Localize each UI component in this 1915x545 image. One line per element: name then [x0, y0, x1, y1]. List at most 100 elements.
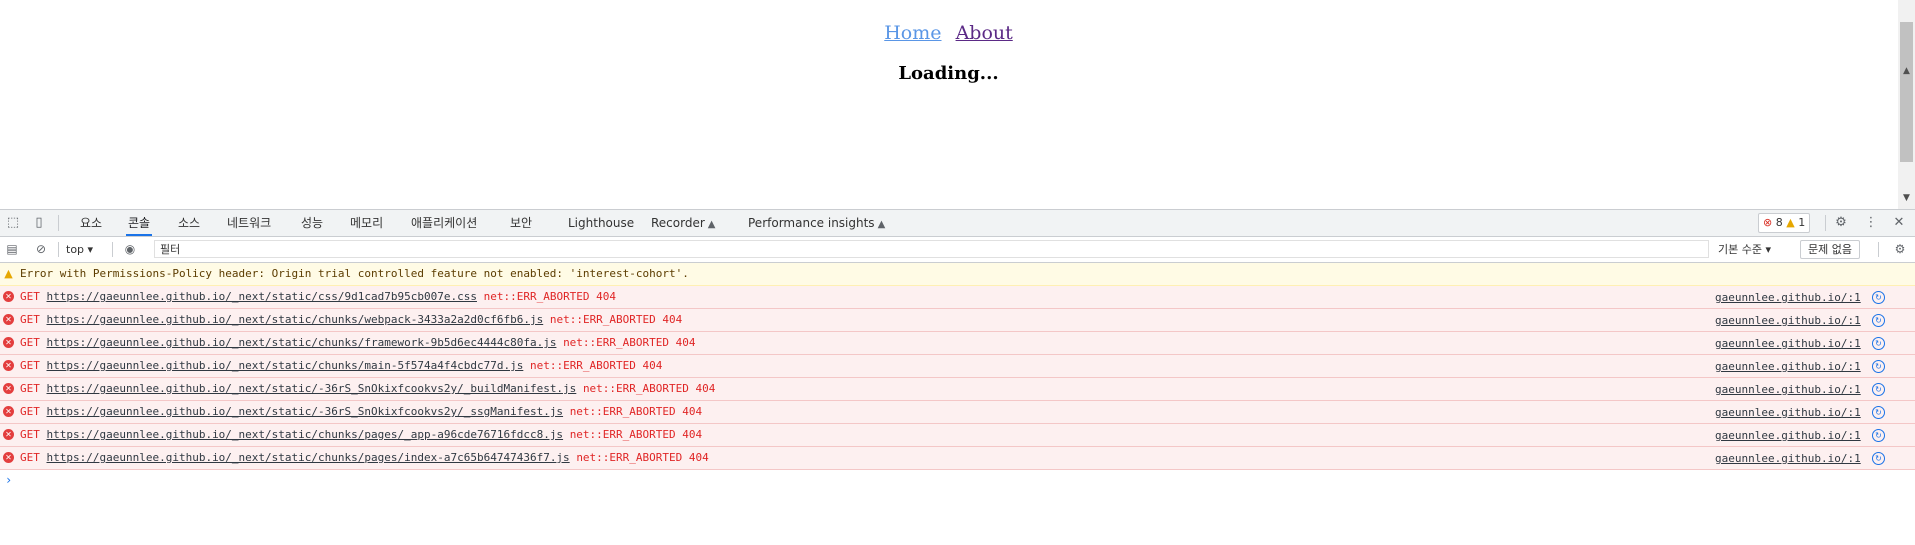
- error-circle-icon: ✕: [3, 429, 14, 440]
- chevron-down-icon: ▾: [87, 243, 94, 256]
- source-location-link[interactable]: gaeunnlee.github.io/:1: [1715, 333, 1861, 355]
- source-location-link[interactable]: gaeunnlee.github.io/:1: [1715, 356, 1861, 378]
- network-request-icon[interactable]: ↻: [1872, 291, 1885, 304]
- source-location-link[interactable]: gaeunnlee.github.io/:1: [1715, 310, 1861, 332]
- page-viewport: Home About Loading... ▲ ▼: [0, 0, 1915, 209]
- error-status: net::ERR_ABORTED 404: [529, 359, 663, 372]
- tab-console[interactable]: 콘솔: [126, 210, 153, 236]
- scroll-down-icon[interactable]: ▼: [1898, 191, 1915, 205]
- network-request-icon[interactable]: ↻: [1872, 337, 1885, 350]
- context-selector[interactable]: top ▾: [66, 241, 93, 258]
- device-toolbar-icon[interactable]: ▯: [30, 214, 48, 232]
- tab-performance-insights-label: Performance insights: [748, 216, 875, 230]
- error-status: net::ERR_ABORTED 404: [569, 428, 703, 441]
- request-url-link[interactable]: https://gaeunnlee.github.io/_next/static…: [47, 290, 477, 303]
- tab-security[interactable]: 보안: [508, 210, 534, 236]
- error-circle-icon: ⊗: [1763, 216, 1773, 229]
- scroll-up-icon[interactable]: ▲: [1898, 64, 1915, 78]
- console-error-row[interactable]: ✕ GET https://gaeunnlee.github.io/_next/s…: [0, 355, 1915, 378]
- console-prompt[interactable]: ›: [0, 470, 1915, 490]
- more-options-icon[interactable]: ⋮: [1862, 214, 1880, 232]
- source-location-link[interactable]: gaeunnlee.github.io/:1: [1715, 402, 1861, 424]
- error-circle-icon: ✕: [3, 383, 14, 394]
- request-url-link[interactable]: https://gaeunnlee.github.io/_next/static…: [47, 313, 544, 326]
- tab-performance[interactable]: 성능: [299, 210, 325, 236]
- log-level-selector[interactable]: 기본 수준 ▾: [1718, 241, 1771, 258]
- issue-counts-badge[interactable]: ⊗ 8 ▲ 1: [1758, 213, 1811, 233]
- request-url-link[interactable]: https://gaeunnlee.github.io/_next/static…: [47, 336, 557, 349]
- request-method: GET: [20, 428, 40, 441]
- request-url-link[interactable]: https://gaeunnlee.github.io/_next/static…: [47, 451, 570, 464]
- console-error-row[interactable]: ✕ GET https://gaeunnlee.github.io/_next/s…: [0, 447, 1915, 470]
- network-request-icon[interactable]: ↻: [1872, 360, 1885, 373]
- issues-button[interactable]: 문제 없음: [1800, 240, 1860, 259]
- request-url-link[interactable]: https://gaeunnlee.github.io/_next/static…: [47, 382, 577, 395]
- source-location-link[interactable]: gaeunnlee.github.io/:1: [1715, 425, 1861, 447]
- settings-gear-icon[interactable]: ⚙: [1832, 214, 1850, 232]
- error-message: GET https://gaeunnlee.github.io/_next/st…: [20, 401, 702, 423]
- experimental-flask-icon: ▲: [707, 219, 716, 230]
- request-method: GET: [20, 336, 40, 349]
- devtools-tabbar: ⬚ ▯ 요소 콘솔 소스 네트워크 성능 메모리 애플리케이션 보안 Light…: [0, 210, 1915, 237]
- live-expression-eye-icon[interactable]: ◉: [121, 240, 139, 258]
- error-message: GET https://gaeunnlee.github.io/_next/st…: [20, 378, 715, 400]
- error-message: GET https://gaeunnlee.github.io/_next/st…: [20, 355, 662, 377]
- request-method: GET: [20, 313, 40, 326]
- nav-link-about[interactable]: About: [956, 22, 1013, 44]
- tabbar-divider: [1825, 215, 1826, 231]
- console-error-row[interactable]: ✕ GET https://gaeunnlee.github.io/_next/s…: [0, 332, 1915, 355]
- tab-memory[interactable]: 메모리: [348, 210, 385, 236]
- request-url-link[interactable]: https://gaeunnlee.github.io/_next/static…: [47, 428, 564, 441]
- source-location-link[interactable]: gaeunnlee.github.io/:1: [1715, 287, 1861, 309]
- toolbar-divider: [112, 242, 113, 257]
- warning-triangle-icon: ▲: [1786, 216, 1795, 229]
- page-scrollbar[interactable]: ▲ ▼: [1898, 0, 1915, 209]
- request-method: GET: [20, 359, 40, 372]
- error-circle-icon: ✕: [3, 406, 14, 417]
- error-status: net::ERR_ABORTED 404: [483, 290, 617, 303]
- tab-application[interactable]: 애플리케이션: [409, 210, 479, 236]
- network-request-icon[interactable]: ↻: [1872, 429, 1885, 442]
- network-request-icon[interactable]: ↻: [1872, 452, 1885, 465]
- source-location-link[interactable]: gaeunnlee.github.io/:1: [1715, 448, 1861, 470]
- close-devtools-icon[interactable]: ✕: [1890, 214, 1908, 232]
- source-location-link[interactable]: gaeunnlee.github.io/:1: [1715, 379, 1861, 401]
- console-error-row[interactable]: ✕ GET https://gaeunnlee.github.io/_next/s…: [0, 309, 1915, 332]
- error-count: 8: [1775, 216, 1783, 229]
- toolbar-divider: [1878, 242, 1879, 257]
- tab-recorder[interactable]: Recorder ▲: [649, 210, 717, 236]
- request-url-link[interactable]: https://gaeunnlee.github.io/_next/static…: [47, 405, 564, 418]
- tab-network[interactable]: 네트워크: [225, 210, 273, 236]
- tab-elements[interactable]: 요소: [78, 210, 104, 236]
- console-error-row[interactable]: ✕ GET https://gaeunnlee.github.io/_next/s…: [0, 378, 1915, 401]
- network-request-icon[interactable]: ↻: [1872, 383, 1885, 396]
- error-status: net::ERR_ABORTED 404: [576, 451, 709, 464]
- context-selector-value: top: [66, 243, 85, 256]
- tab-lighthouse[interactable]: Lighthouse: [566, 210, 636, 236]
- warning-triangle-icon: ▲: [4, 267, 13, 280]
- network-request-icon[interactable]: ↻: [1872, 314, 1885, 327]
- console-error-row[interactable]: ✕ GET https://gaeunnlee.github.io/_next/s…: [0, 286, 1915, 309]
- nav-link-home[interactable]: Home: [884, 22, 941, 44]
- error-message: GET https://gaeunnlee.github.io/_next/st…: [20, 286, 616, 308]
- console-settings-gear-icon[interactable]: ⚙: [1891, 240, 1909, 258]
- request-method: GET: [20, 451, 40, 464]
- console-error-row[interactable]: ✕ GET https://gaeunnlee.github.io/_next/s…: [0, 401, 1915, 424]
- sidebar-toggle-icon[interactable]: ▤: [3, 240, 21, 258]
- experimental-flask-icon: ▲: [877, 219, 886, 230]
- inspect-element-icon[interactable]: ⬚: [4, 214, 22, 232]
- console-filter-input[interactable]: 필터: [154, 240, 1709, 258]
- scrollbar-thumb[interactable]: [1900, 22, 1913, 162]
- console-toolbar: ▤ ⊘ top ▾ ◉ 필터 기본 수준 ▾ 문제 없음 ⚙: [0, 237, 1915, 263]
- error-circle-icon: ✕: [3, 314, 14, 325]
- chevron-down-icon: ▾: [1765, 243, 1772, 256]
- console-warning-row[interactable]: ▲ Error with Permissions-Policy header: …: [0, 263, 1915, 286]
- request-method: GET: [20, 405, 40, 418]
- request-url-link[interactable]: https://gaeunnlee.github.io/_next/static…: [47, 359, 524, 372]
- error-message: GET https://gaeunnlee.github.io/_next/st…: [20, 447, 709, 469]
- tab-performance-insights[interactable]: Performance insights ▲: [746, 210, 887, 236]
- tab-sources[interactable]: 소스: [176, 210, 202, 236]
- clear-console-icon[interactable]: ⊘: [32, 240, 50, 258]
- console-error-row[interactable]: ✕ GET https://gaeunnlee.github.io/_next/s…: [0, 424, 1915, 447]
- network-request-icon[interactable]: ↻: [1872, 406, 1885, 419]
